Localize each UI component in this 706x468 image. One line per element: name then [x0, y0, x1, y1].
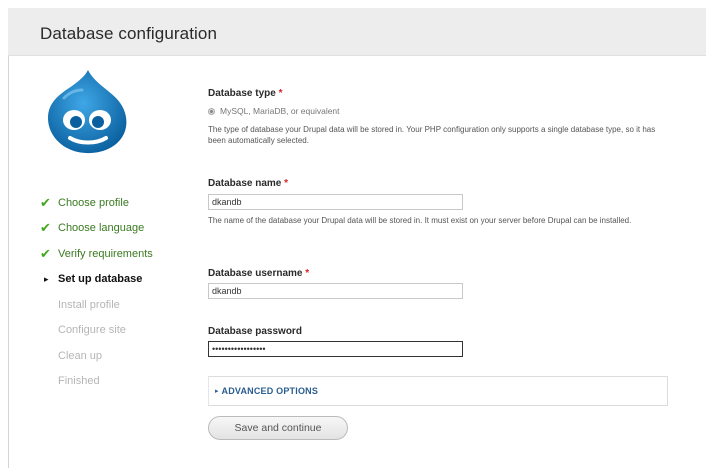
required-marker: *: [305, 268, 310, 279]
db-type-radio-option[interactable]: MySQL, MariaDB, or equivalent: [208, 106, 340, 116]
page-title: Database configuration: [40, 24, 218, 43]
expand-triangle-icon: ▸: [215, 388, 219, 395]
checkmark-icon: ✔: [40, 194, 51, 210]
step-install-profile: Install profile: [40, 292, 153, 318]
db-username-input[interactable]: dkandb: [208, 283, 463, 299]
step-label: Set up database: [58, 273, 143, 286]
db-password-label: Database password: [208, 326, 302, 337]
page-header: Database configuration: [8, 8, 706, 56]
step-configure-site: Configure site: [40, 318, 153, 344]
radio-icon[interactable]: [208, 107, 215, 115]
step-label: Finished: [58, 375, 100, 388]
save-and-continue-button[interactable]: Save and continue: [208, 416, 348, 440]
required-marker: *: [284, 178, 289, 189]
step-label: Choose language: [58, 222, 145, 235]
db-username-label: Database username *: [208, 268, 310, 279]
install-steps: ✔ Choose profile ✔ Choose language ✔ Ver…: [40, 190, 153, 394]
step-set-up-database: ▸ Set up database: [40, 267, 153, 293]
db-password-input[interactable]: •••••••••••••••••: [208, 341, 463, 357]
step-label: Configure site: [58, 324, 126, 337]
step-label: Clean up: [58, 349, 103, 362]
required-marker: *: [278, 88, 283, 99]
db-name-input[interactable]: dkandb: [208, 194, 463, 210]
step-clean-up: Clean up: [40, 343, 153, 369]
checkmark-icon: ✔: [40, 245, 51, 261]
checkmark-icon: ✔: [40, 220, 51, 236]
step-choose-language: ✔ Choose language: [40, 216, 153, 242]
step-verify-requirements: ✔ Verify requirements: [40, 241, 153, 267]
db-type-option-label: MySQL, MariaDB, or equivalent: [220, 106, 340, 116]
drupal-logo: [42, 68, 132, 154]
step-label: Verify requirements: [58, 247, 153, 260]
step-label: Choose profile: [58, 196, 129, 209]
db-type-description: The type of database your Drupal data wi…: [208, 125, 656, 145]
step-finished: Finished: [40, 369, 153, 395]
step-choose-profile: ✔ Choose profile: [40, 190, 153, 216]
step-label: Install profile: [58, 298, 120, 311]
current-step-arrow-icon: ▸: [44, 273, 49, 284]
advanced-options-fieldset[interactable]: ▸ ADVANCED OPTIONS: [208, 376, 668, 406]
drupal-drop-icon: [48, 70, 127, 154]
advanced-options-link[interactable]: ADVANCED OPTIONS: [222, 386, 319, 396]
db-name-description: The name of the database your Drupal dat…: [208, 216, 632, 225]
db-type-label: Database type *: [208, 88, 283, 99]
db-name-label: Database name *: [208, 178, 289, 189]
